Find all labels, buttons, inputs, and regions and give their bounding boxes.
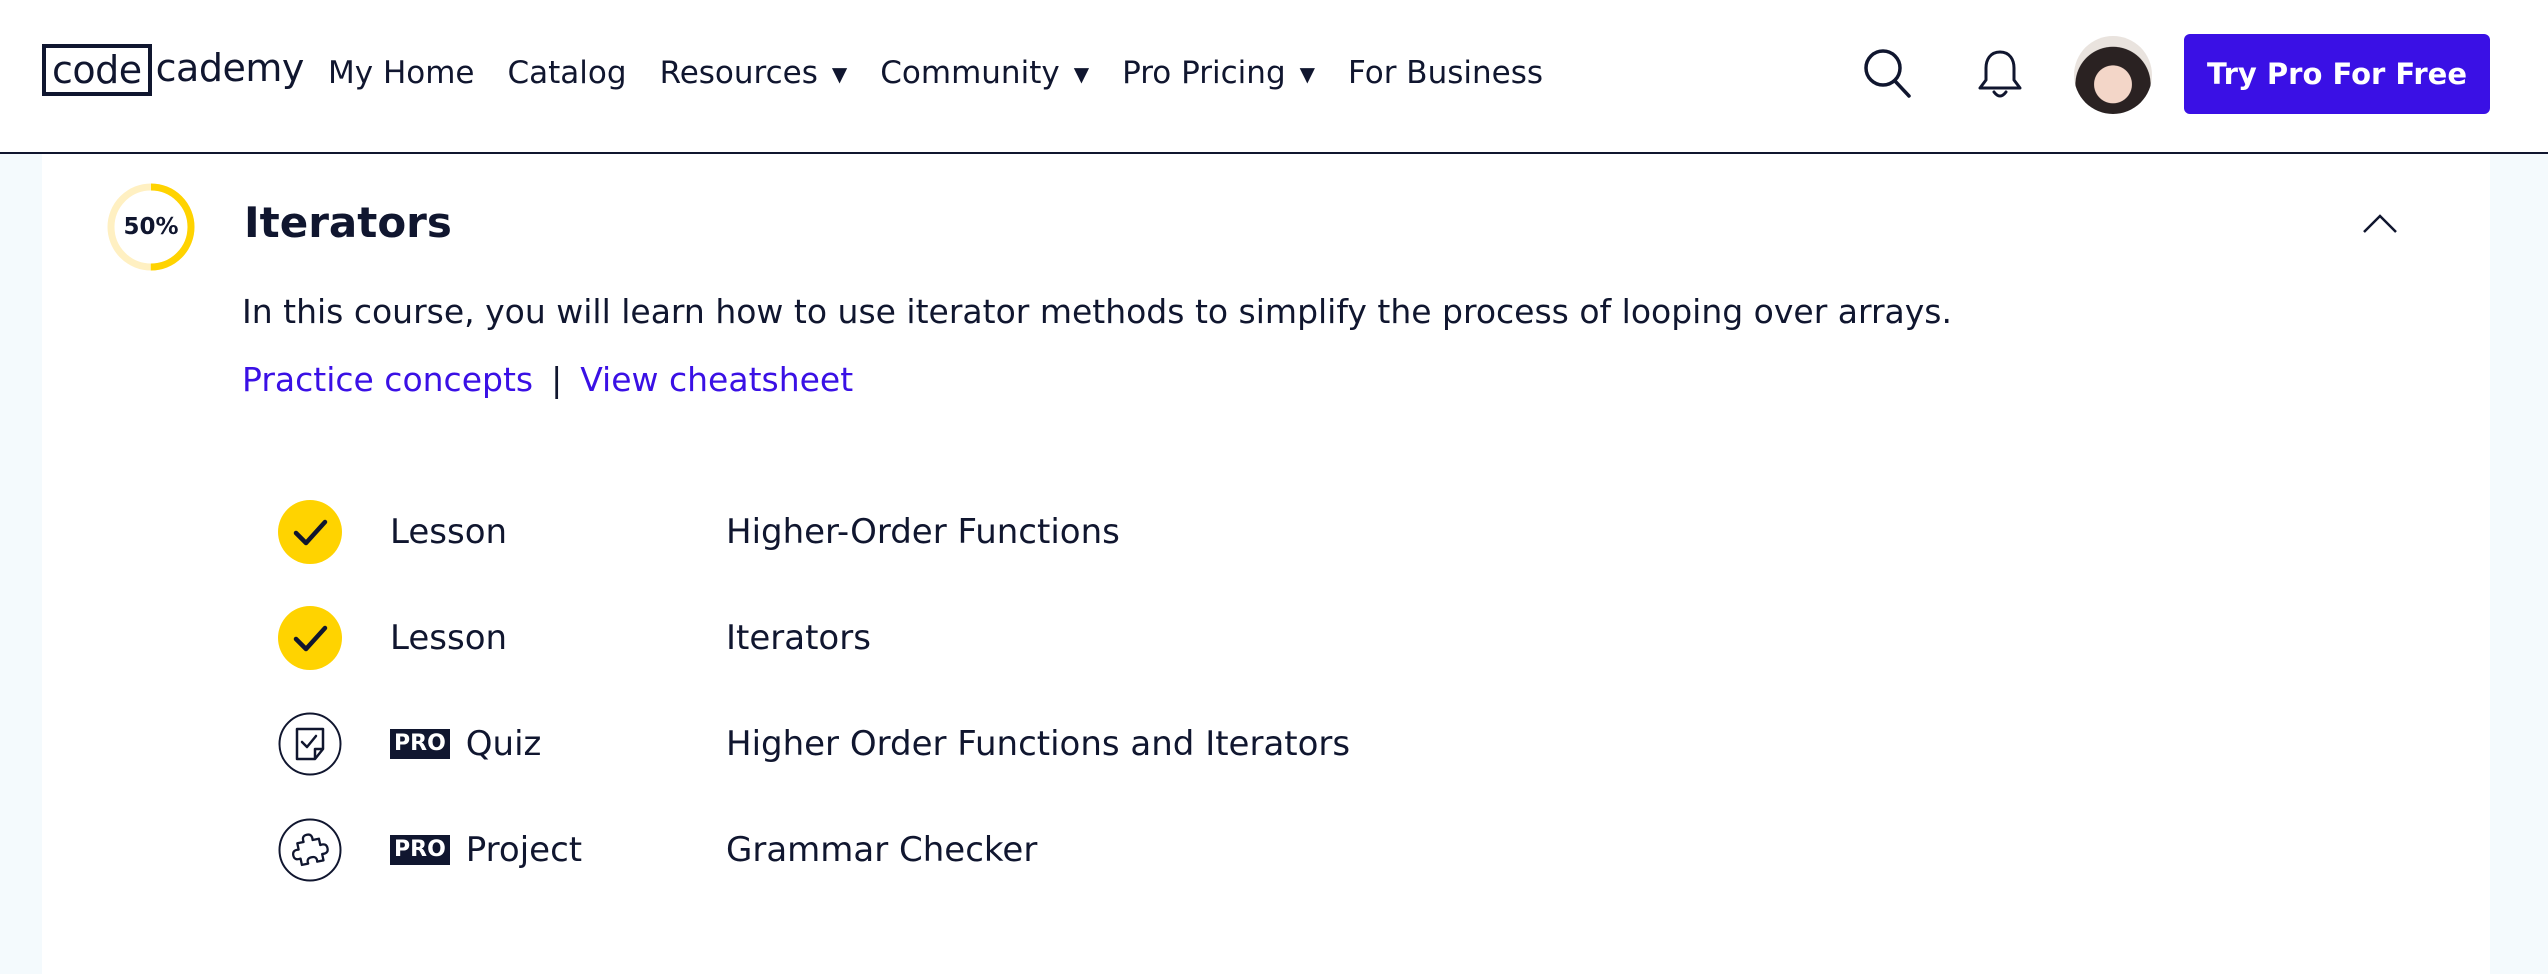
check-icon	[278, 500, 342, 564]
search-icon[interactable]	[1862, 46, 1914, 102]
item-type: PRO Quiz	[390, 712, 541, 776]
puzzle-icon	[278, 818, 342, 882]
pro-badge: PRO	[390, 729, 450, 759]
nav-my-home[interactable]: My Home	[328, 55, 475, 91]
bell-icon[interactable]	[1974, 46, 2026, 102]
practice-concepts-link[interactable]: Practice concepts	[242, 360, 533, 399]
list-item[interactable]: Lesson Iterators	[278, 606, 1678, 670]
item-type: Lesson	[390, 512, 508, 552]
logo-rest-text: cademy	[155, 46, 305, 90]
progress-percent: 50%	[123, 214, 179, 240]
link-separator: |	[551, 360, 563, 399]
chevron-down-icon: ▼	[1299, 62, 1316, 86]
item-title[interactable]: Higher Order Functions and Iterators	[726, 712, 1350, 776]
item-type: Lesson	[390, 618, 508, 658]
logo-boxed-text: code	[42, 44, 152, 96]
nav-catalog[interactable]: Catalog	[508, 55, 627, 91]
list-item[interactable]: Lesson Higher-Order Functions	[278, 500, 1678, 564]
check-icon	[278, 606, 342, 670]
nav-pro-pricing[interactable]: Pro Pricing ▼	[1122, 55, 1315, 91]
chevron-down-icon: ▼	[1073, 62, 1090, 86]
nav-label: Community	[880, 55, 1060, 91]
quiz-icon	[278, 712, 342, 776]
nav-for-business[interactable]: For Business	[1348, 55, 1543, 91]
view-cheatsheet-link[interactable]: View cheatsheet	[580, 360, 853, 399]
nav-community[interactable]: Community ▼	[880, 55, 1089, 91]
nav-resources[interactable]: Resources ▼	[660, 55, 848, 91]
nav-label: My Home	[328, 55, 475, 91]
list-item[interactable]: PRO Quiz Higher Order Functions and Iter…	[278, 712, 1678, 776]
list-item[interactable]: PRO Project Grammar Checker	[278, 818, 1678, 882]
chevron-down-icon: ▼	[831, 62, 848, 86]
item-type: PRO Project	[390, 818, 582, 882]
top-navbar: code cademy My Home Catalog Resources ▼ …	[0, 0, 2548, 154]
item-title[interactable]: Grammar Checker	[726, 818, 1037, 882]
try-pro-button[interactable]: Try Pro For Free	[2184, 34, 2490, 114]
nav-label: Catalog	[507, 55, 627, 91]
main-nav: My Home Catalog Resources ▼ Community ▼ …	[328, 48, 1576, 98]
nav-label: For Business	[1348, 55, 1544, 91]
pro-badge: PRO	[390, 835, 450, 865]
course-title: Iterators	[244, 198, 452, 247]
item-title[interactable]: Iterators	[726, 606, 871, 670]
course-links: Practice concepts | View cheatsheet	[242, 360, 853, 399]
codecademy-logo[interactable]: code cademy	[42, 44, 304, 96]
item-title[interactable]: Higher-Order Functions	[726, 500, 1120, 564]
nav-label: Pro Pricing	[1122, 55, 1286, 91]
chevron-up-icon[interactable]	[2360, 210, 2400, 238]
nav-label: Resources	[659, 55, 818, 91]
course-description: In this course, you will learn how to us…	[242, 292, 1952, 331]
user-avatar[interactable]	[2074, 36, 2152, 114]
course-module-card: 50% Iterators In this course, you will l…	[42, 154, 2490, 974]
